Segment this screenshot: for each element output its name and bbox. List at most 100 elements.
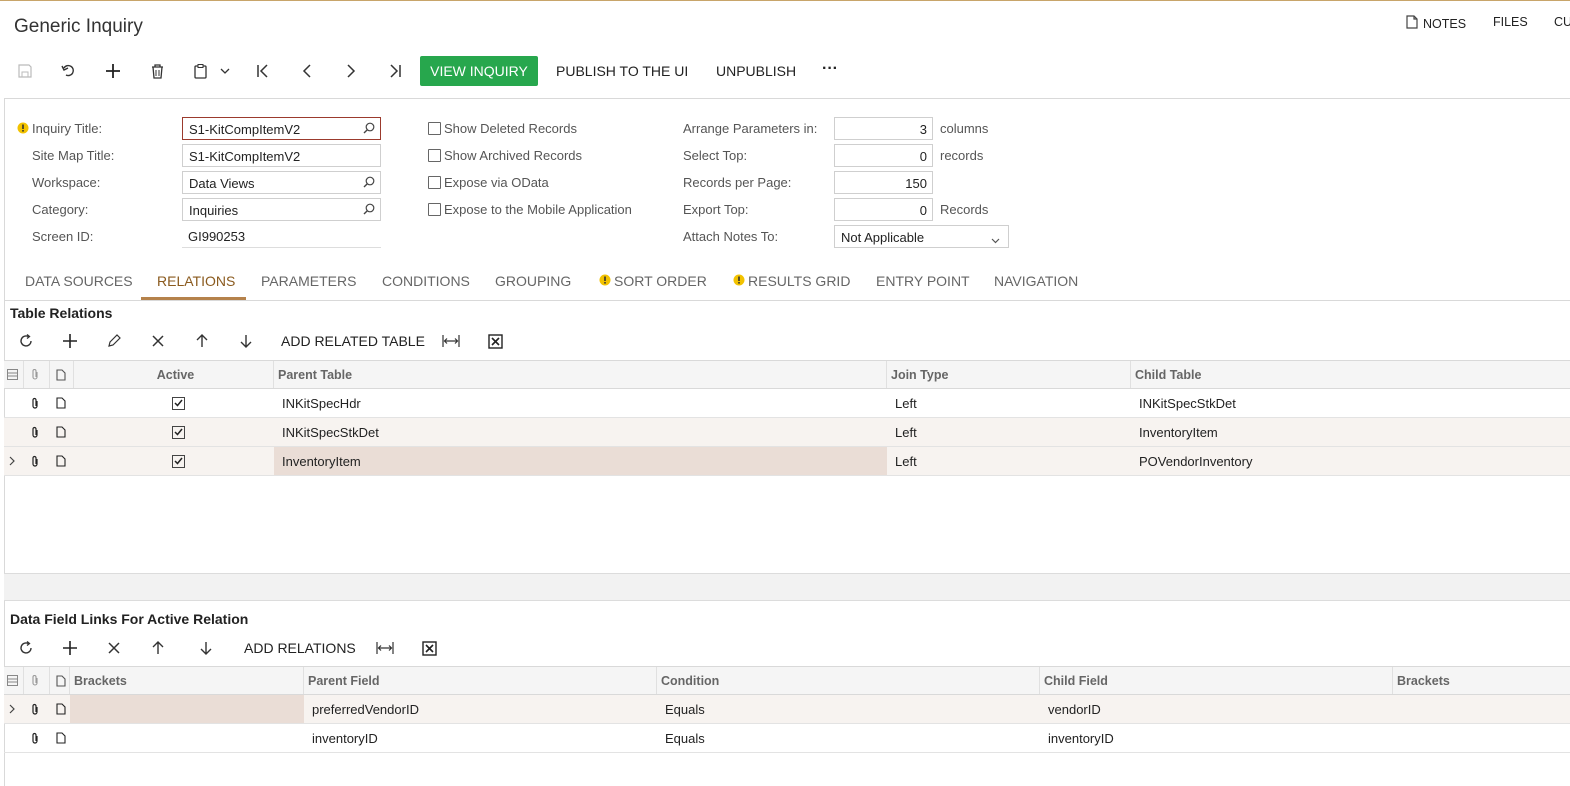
parent-table-column-header[interactable]: Parent Table	[274, 361, 887, 388]
show-archived-checkbox[interactable]: Show Archived Records	[428, 148, 582, 163]
files-link[interactable]: FILES	[1493, 15, 1528, 29]
join-type-column-header[interactable]: Join Type	[887, 361, 1131, 388]
delete-icon[interactable]	[144, 58, 170, 84]
active-checkbox[interactable]	[164, 389, 194, 417]
checkbox-box[interactable]	[428, 203, 441, 216]
last-record-icon[interactable]	[382, 58, 408, 84]
records-per-page-field[interactable]: 150	[834, 171, 933, 194]
brackets-close-column-header[interactable]: Brackets	[1393, 667, 1570, 694]
show-deleted-checkbox[interactable]: Show Deleted Records	[428, 121, 577, 136]
tab-relations[interactable]: RELATIONS	[157, 273, 235, 289]
paperclip-icon[interactable]	[24, 724, 50, 752]
paperclip-icon[interactable]	[24, 418, 50, 446]
join-type-cell[interactable]: Left	[887, 389, 1131, 417]
note-icon[interactable]	[50, 447, 74, 475]
refresh-icon[interactable]	[15, 637, 37, 659]
refresh-icon[interactable]	[15, 330, 37, 352]
search-icon[interactable]	[363, 122, 375, 137]
child-table-column-header[interactable]: Child Table	[1131, 361, 1570, 388]
export-top-field[interactable]: 0	[834, 198, 933, 221]
note-icon[interactable]	[50, 695, 70, 723]
parent-field-cell[interactable]: preferredVendorID	[304, 695, 657, 723]
condition-column-header[interactable]: Condition	[657, 667, 1040, 694]
brackets-open-column-header[interactable]: Brackets	[70, 667, 304, 694]
add-row-icon[interactable]	[59, 637, 81, 659]
paperclip-icon[interactable]	[24, 695, 50, 723]
brackets-open-cell[interactable]	[70, 724, 304, 752]
previous-record-icon[interactable]	[294, 58, 320, 84]
workspace-field[interactable]: Data Views	[182, 171, 381, 194]
move-down-icon[interactable]	[195, 637, 217, 659]
parent-table-cell[interactable]: INKitSpecHdr	[274, 389, 887, 417]
add-related-table-button[interactable]: ADD RELATED TABLE	[281, 333, 425, 349]
tab-data-sources[interactable]: DATA SOURCES	[25, 273, 133, 289]
active-checkbox[interactable]	[164, 418, 194, 446]
customization-link[interactable]: CU	[1554, 15, 1570, 29]
note-icon[interactable]	[50, 389, 74, 417]
table-row[interactable]: INKitSpecHdr Left INKitSpecStkDet	[4, 389, 1570, 418]
category-field[interactable]: Inquiries	[182, 198, 381, 221]
table-row[interactable]: preferredVendorID Equals vendorID	[4, 695, 1570, 724]
select-top-field[interactable]: 0	[834, 144, 933, 167]
checkbox-box[interactable]	[428, 176, 441, 189]
table-row[interactable]: InventoryItem Left POVendorInventory	[4, 447, 1570, 476]
undo-icon[interactable]	[56, 58, 82, 84]
tab-results-grid[interactable]: RESULTS GRID	[733, 273, 850, 289]
join-type-cell[interactable]: Left	[887, 447, 1131, 475]
tab-sort-order[interactable]: SORT ORDER	[599, 273, 707, 289]
table-row[interactable]: inventoryID Equals inventoryID	[4, 724, 1570, 753]
export-excel-icon[interactable]	[484, 330, 506, 352]
parent-table-cell[interactable]: INKitSpecStkDet	[274, 418, 887, 446]
edit-icon[interactable]	[103, 330, 125, 352]
brackets-close-cell[interactable]	[1393, 695, 1570, 723]
note-icon[interactable]	[50, 724, 70, 752]
next-record-icon[interactable]	[338, 58, 364, 84]
move-up-icon[interactable]	[147, 637, 169, 659]
parent-field-cell[interactable]: inventoryID	[304, 724, 657, 752]
grid-settings-icon[interactable]	[4, 361, 24, 388]
inquiry-title-field[interactable]: S1-KitCompItemV2	[182, 117, 381, 140]
first-record-icon[interactable]	[250, 58, 276, 84]
table-row[interactable]: INKitSpecStkDet Left InventoryItem	[4, 418, 1570, 447]
splitter-bar[interactable]	[4, 573, 1570, 601]
unpublish-button[interactable]: UNPUBLISH	[716, 63, 796, 79]
grid-settings-icon[interactable]	[4, 667, 24, 694]
condition-cell[interactable]: Equals	[657, 724, 1040, 752]
delete-row-icon[interactable]	[103, 637, 125, 659]
search-icon[interactable]	[363, 176, 375, 191]
site-map-title-field[interactable]: S1-KitCompItemV2	[182, 144, 381, 167]
publish-button[interactable]: PUBLISH TO THE UI	[556, 63, 688, 79]
move-down-icon[interactable]	[235, 330, 257, 352]
parent-field-column-header[interactable]: Parent Field	[304, 667, 657, 694]
tab-entry-point[interactable]: ENTRY POINT	[876, 273, 970, 289]
child-table-cell[interactable]: InventoryItem	[1131, 418, 1570, 446]
checkbox-box[interactable]	[428, 122, 441, 135]
condition-cell[interactable]: Equals	[657, 695, 1040, 723]
fit-columns-icon[interactable]	[374, 637, 396, 659]
join-type-cell[interactable]: Left	[887, 418, 1131, 446]
tab-parameters[interactable]: PARAMETERS	[261, 273, 356, 289]
notes-link[interactable]: NOTES	[1406, 15, 1466, 32]
child-table-cell[interactable]: INKitSpecStkDet	[1131, 389, 1570, 417]
more-actions-button[interactable]: ···	[822, 60, 838, 78]
add-row-icon[interactable]	[59, 330, 81, 352]
note-icon[interactable]	[50, 418, 74, 446]
search-icon[interactable]	[363, 203, 375, 218]
fit-columns-icon[interactable]	[440, 330, 462, 352]
export-excel-icon[interactable]	[418, 637, 440, 659]
row-selector-icon[interactable]	[4, 695, 24, 723]
arrange-params-field[interactable]: 3	[834, 117, 933, 140]
move-up-icon[interactable]	[191, 330, 213, 352]
active-column-header[interactable]: Active	[74, 361, 274, 388]
tab-navigation[interactable]: NAVIGATION	[994, 273, 1078, 289]
child-field-cell[interactable]: vendorID	[1040, 695, 1393, 723]
checkbox-box[interactable]	[428, 149, 441, 162]
child-field-cell[interactable]: inventoryID	[1040, 724, 1393, 752]
save-icon[interactable]	[12, 58, 38, 84]
parent-table-cell[interactable]: InventoryItem	[274, 447, 887, 475]
active-checkbox[interactable]	[164, 447, 194, 475]
clipboard-icon[interactable]	[188, 58, 214, 84]
brackets-open-cell[interactable]	[70, 695, 304, 723]
expose-mobile-checkbox[interactable]: Expose to the Mobile Application	[428, 202, 632, 217]
paperclip-icon[interactable]	[24, 389, 50, 417]
